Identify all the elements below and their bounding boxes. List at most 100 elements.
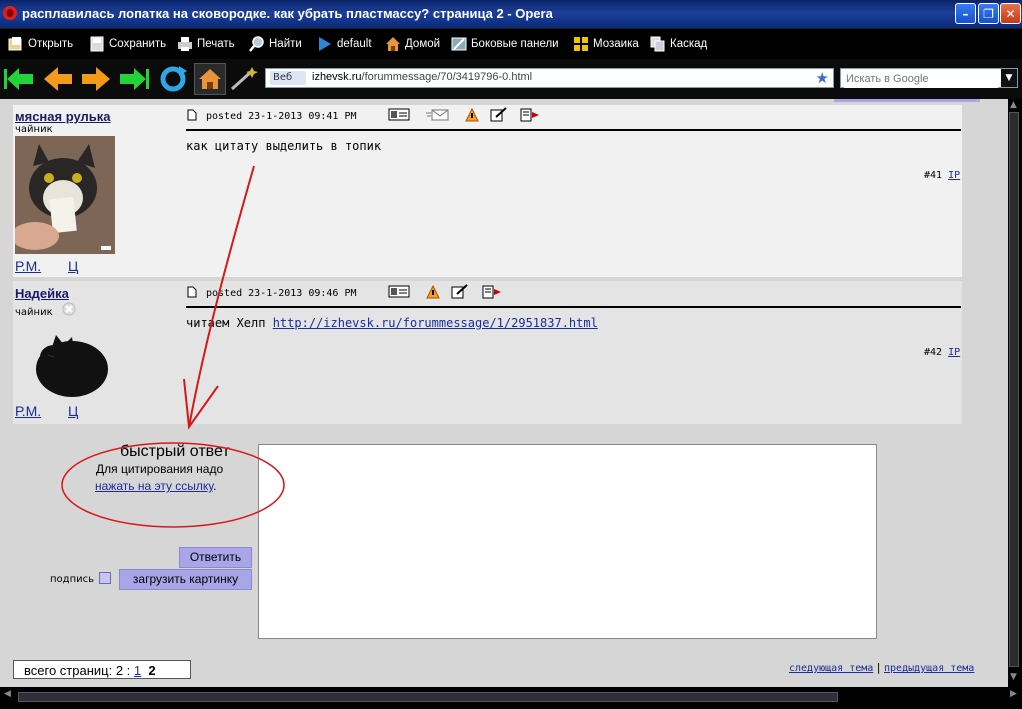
offline-status-icon <box>62 302 76 319</box>
address-bar[interactable]: Веб izhevsk.ru/forummessage/70/3419796-0… <box>265 68 834 88</box>
page-2-current: 2 <box>148 663 156 678</box>
close-button[interactable]: ✕ <box>1000 3 1021 24</box>
edit-icon[interactable] <box>451 284 469 302</box>
post-header-separator <box>186 306 961 308</box>
maximize-button[interactable]: ❐ <box>978 3 999 24</box>
avatar <box>11 136 115 254</box>
menu-find-label: Найти <box>269 38 302 50</box>
pagination: всего страниц: 2 : 1 2 <box>13 660 191 679</box>
tile-icon <box>573 36 589 52</box>
edit-icon[interactable] <box>490 107 508 125</box>
opera-logo-icon[interactable] <box>3 6 17 20</box>
web-badge-label: Веб <box>273 72 293 83</box>
menu-print[interactable]: Печать <box>177 36 235 52</box>
ip-link[interactable]: IP <box>948 347 960 358</box>
top-strip <box>834 99 980 102</box>
reply-button[interactable]: Ответить <box>179 547 252 568</box>
menu-default-label: default <box>337 38 372 50</box>
post-date: posted 23-1-2013 09:46 PM <box>206 288 357 299</box>
menu-tile[interactable]: Мозаика <box>573 36 639 52</box>
open-icon <box>8 36 24 52</box>
forward-icon[interactable] <box>80 63 112 95</box>
scroll-left-icon[interactable]: ◀ <box>4 689 11 699</box>
search-input[interactable] <box>844 70 998 88</box>
quick-reply-title: быстрый ответ <box>120 443 230 460</box>
quote-help-link[interactable]: нажать на эту ссылку <box>95 479 213 493</box>
menu-home-label: Домой <box>405 38 441 50</box>
post-link[interactable]: http://izhevsk.ru/forummessage/1/2951837… <box>273 316 598 330</box>
post-number-wrap: #41 IP <box>924 170 960 181</box>
post-document-icon <box>187 286 197 298</box>
menu-home[interactable]: Домой <box>385 36 440 52</box>
warning-icon[interactable] <box>465 107 479 125</box>
post-header-separator <box>186 129 961 131</box>
post-author-links: Р.М. <box>15 403 41 419</box>
wand-icon[interactable] <box>228 63 260 95</box>
vertical-scroll-thumb[interactable] <box>1009 112 1019 667</box>
post-document-icon <box>187 109 197 121</box>
private-message-link[interactable]: Р.М. <box>15 258 41 274</box>
post-author[interactable]: Надейка <box>15 286 69 301</box>
panels-icon <box>451 36 467 52</box>
address-url[interactable]: izhevsk.ru/forummessage/70/3419796-0.htm… <box>312 71 532 83</box>
post-text-body: читаем Хелп <box>186 316 273 330</box>
menu-save-label: Сохранить <box>109 38 167 50</box>
warning-icon[interactable] <box>426 284 440 302</box>
menu-default[interactable]: default <box>317 36 372 52</box>
print-icon <box>177 36 193 52</box>
reply-quote-icon[interactable] <box>520 108 540 125</box>
web-badge[interactable]: Веб <box>270 71 306 85</box>
quote-link[interactable]: Ц <box>68 403 78 419</box>
scroll-right-icon[interactable]: ▶ <box>1010 689 1017 699</box>
prev-thread-link[interactable]: предыдущая тема <box>884 663 974 674</box>
reload-icon[interactable] <box>157 63 189 95</box>
menu-cascade[interactable]: Каскад <box>650 36 707 52</box>
post-number: #42 <box>924 347 943 358</box>
back-icon[interactable] <box>42 63 74 95</box>
post-author[interactable]: мясная рулька <box>15 109 111 124</box>
search-dropdown-icon[interactable]: ▼ <box>1001 69 1017 87</box>
scroll-down-icon[interactable]: ▼ <box>1010 672 1017 682</box>
quote-link[interactable]: Ц <box>68 258 78 274</box>
home-icon <box>385 36 401 52</box>
rewind-icon[interactable] <box>3 63 35 95</box>
upload-image-button[interactable]: загрузить картинку <box>119 569 252 590</box>
cascade-icon <box>650 36 666 52</box>
quote-link-wrap: Ц <box>68 403 78 419</box>
reply-quote-icon[interactable] <box>482 285 502 302</box>
horizontal-scroll-thumb[interactable] <box>18 692 838 702</box>
find-icon <box>249 36 265 52</box>
private-message-link[interactable]: Р.М. <box>15 403 41 419</box>
profile-icon[interactable] <box>388 108 410 125</box>
email-icon[interactable] <box>426 108 450 125</box>
menu-panels-label: Боковые панели <box>471 38 559 50</box>
fast-forward-icon[interactable] <box>118 63 150 95</box>
quick-reply-hint-line2: нажать на эту ссылку. <box>95 479 216 493</box>
page-1-link[interactable]: 1 <box>134 663 141 678</box>
search-box[interactable]: ▼ <box>840 68 1018 88</box>
menu-find[interactable]: Найти <box>249 36 302 52</box>
menu-open[interactable]: Открыть <box>8 36 73 52</box>
thread-navigation: следующая тема | предыдущая тема <box>789 661 974 674</box>
url-domain: izhevsk.ru <box>312 71 362 83</box>
menu-save[interactable]: Сохранить <box>89 36 166 52</box>
signature-checkbox[interactable] <box>99 572 111 584</box>
post-text: читаем Хелп http://izhevsk.ru/forummessa… <box>186 316 598 330</box>
menu-print-label: Печать <box>197 38 235 50</box>
scroll-up-icon[interactable]: ▲ <box>1010 100 1017 110</box>
quick-reply-hint: Для цитирования надо <box>96 462 224 476</box>
menu-panels[interactable]: Боковые панели <box>451 36 559 52</box>
url-path: /forummessage/70/3419796-0.html <box>361 71 533 83</box>
reply-textarea[interactable] <box>258 444 877 639</box>
ip-link[interactable]: IP <box>948 170 960 181</box>
profile-icon[interactable] <box>388 285 410 302</box>
menu-tile-label: Мозаика <box>593 38 639 50</box>
signature-label: подпись <box>50 574 94 585</box>
save-icon <box>89 36 105 52</box>
next-thread-link[interactable]: следующая тема <box>789 663 873 674</box>
bookmark-star-icon[interactable]: ★ <box>816 69 829 87</box>
minimize-button[interactable]: – <box>955 3 976 24</box>
post-author-rank: чайник <box>15 124 53 135</box>
home-button-icon[interactable] <box>194 63 226 95</box>
pagination-label: всего страниц: 2 : <box>24 663 134 678</box>
